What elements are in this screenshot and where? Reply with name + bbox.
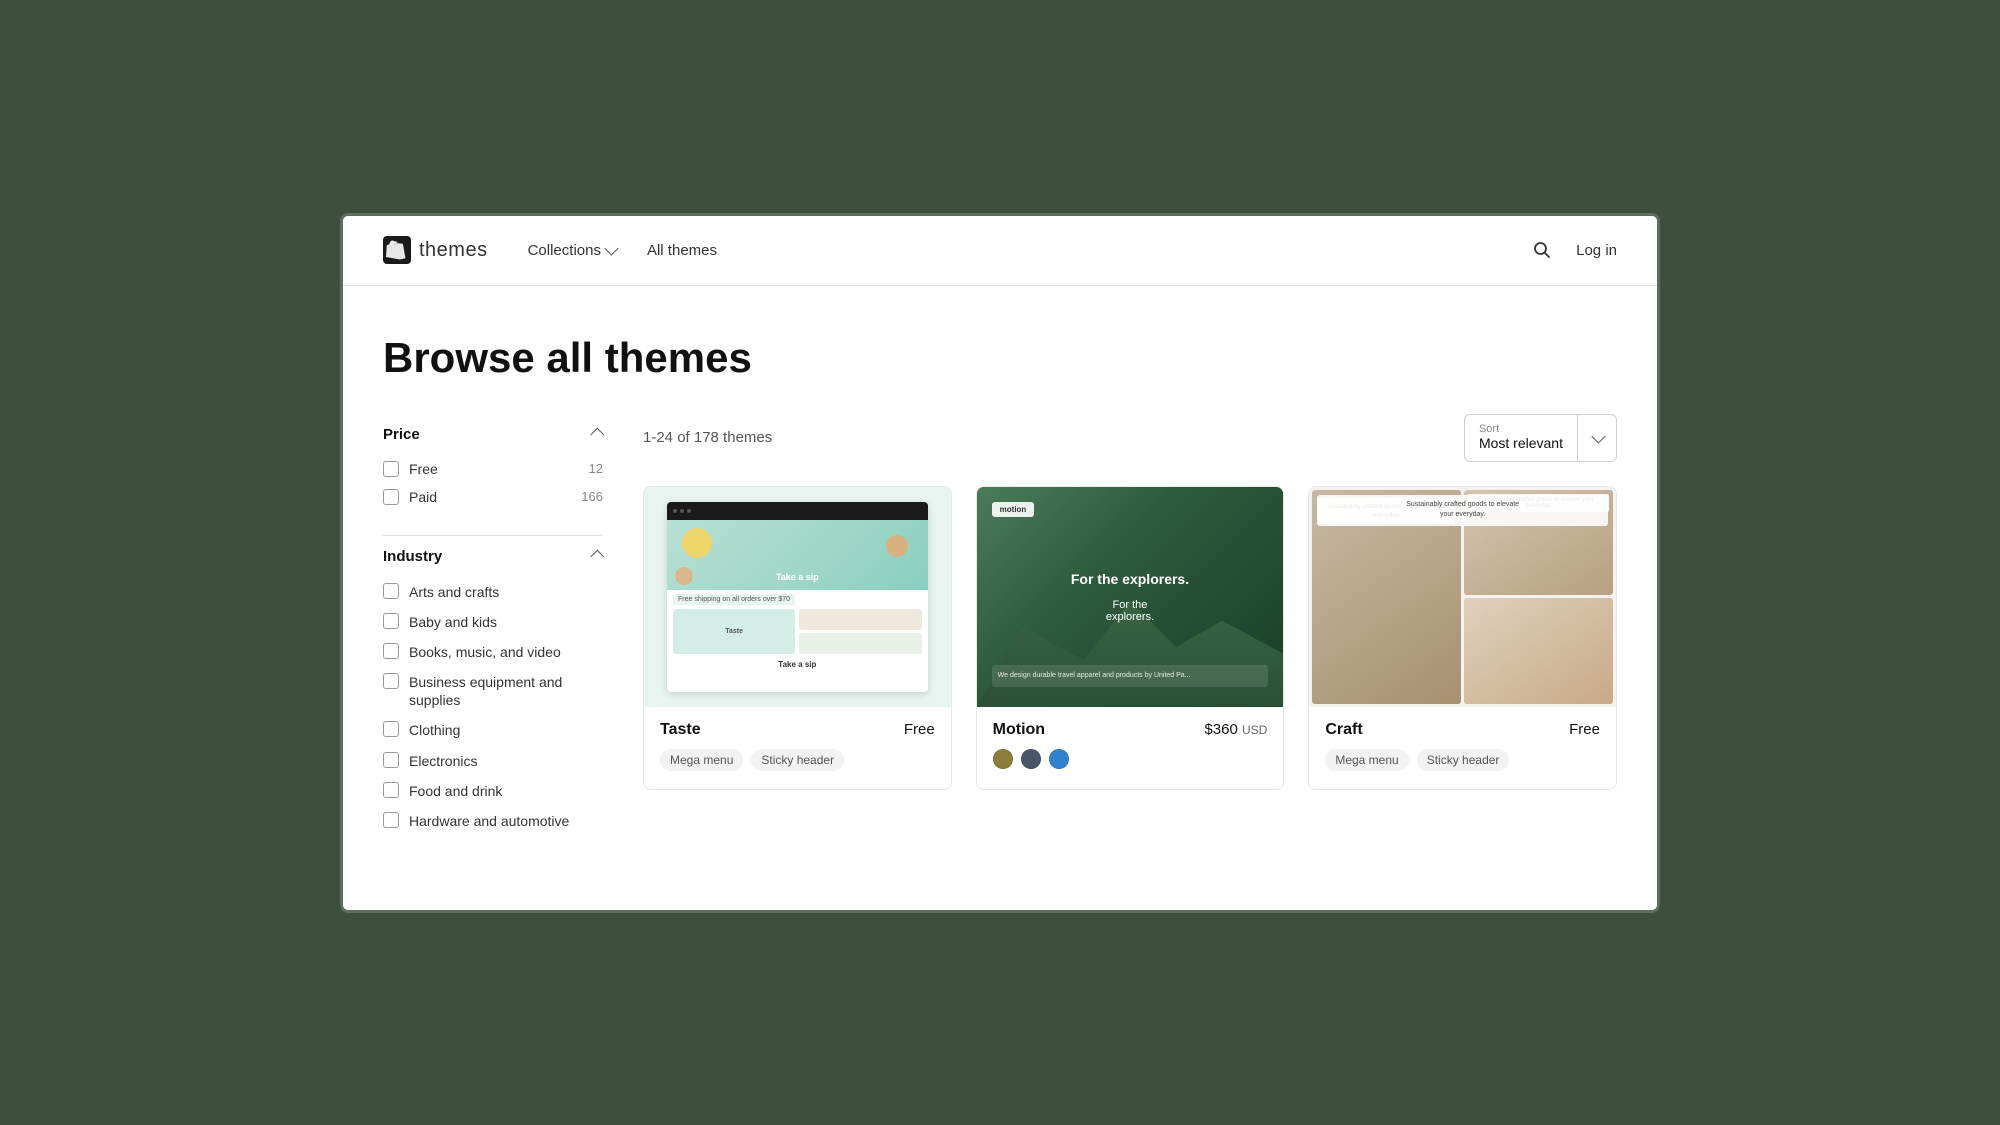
industry-option-business: Business equipment and supplies (383, 667, 603, 715)
theme-card-craft[interactable]: Sustainably crafted goods to elevate you… (1308, 486, 1617, 790)
checkbox-business[interactable] (383, 673, 399, 689)
theme-preview-motion: motion For the explorers. For theexplore… (977, 487, 1284, 707)
tag-mega-menu-craft: Mega menu (1325, 749, 1408, 771)
sort-value: Most relevant (1479, 435, 1563, 451)
filter-count-paid: 166 (581, 489, 603, 504)
theme-card-taste[interactable]: Take a sip Free shipping on all orders o… (643, 486, 952, 790)
sort-dropdown-button[interactable] (1578, 425, 1616, 451)
tag-sticky-header-craft: Sticky header (1417, 749, 1510, 771)
theme-price-craft: Free (1569, 721, 1600, 738)
shopify-logo-icon (383, 236, 411, 264)
checkbox-electronics[interactable] (383, 752, 399, 768)
logo-area: themes (383, 236, 488, 264)
main-nav: Collections All themes (528, 242, 1529, 259)
price-filter-header[interactable]: Price (383, 414, 603, 455)
theme-info-craft: Craft Free Mega menu Sticky header (1309, 707, 1616, 781)
filter-option-free: Free 12 (383, 455, 603, 483)
price-filter-section: Price Free 12 Paid 166 (383, 414, 603, 511)
theme-preview-taste: Take a sip Free shipping on all orders o… (644, 487, 951, 707)
checkbox-books[interactable] (383, 643, 399, 659)
checkbox-food-drink[interactable] (383, 782, 399, 798)
industry-option-hardware: Hardware and automotive (383, 806, 603, 836)
theme-tags-taste: Mega menu Sticky header (660, 749, 935, 771)
themes-grid: Take a sip Free shipping on all orders o… (643, 486, 1617, 790)
main-content: Price Free 12 Paid 166 (343, 414, 1657, 877)
hero-section: Browse all themes (343, 286, 1657, 414)
themes-toolbar: 1-24 of 178 themes Sort Most relevant (643, 414, 1617, 462)
industry-option-clothing: Clothing (383, 715, 603, 745)
filter-count-free: 12 (589, 461, 603, 476)
industry-option-baby: Baby and kids (383, 607, 603, 637)
motion-hero-subtitle: For theexplorers. (1071, 599, 1189, 623)
themes-count: 1-24 of 178 themes (643, 429, 772, 446)
checkbox-arts-crafts[interactable] (383, 583, 399, 599)
window-frame: themes Collections All themes Log in Bro… (340, 213, 1660, 913)
industry-option-electronics: Electronics (383, 746, 603, 776)
chevron-down-icon (604, 242, 618, 256)
industry-option-books: Books, music, and video (383, 637, 603, 667)
header: themes Collections All themes Log in (343, 216, 1657, 286)
themes-area: 1-24 of 178 themes Sort Most relevant (643, 414, 1617, 837)
industry-filter-title: Industry (383, 548, 442, 565)
label-food-drink[interactable]: Food and drink (409, 782, 502, 800)
sort-chevron-icon (1591, 429, 1605, 443)
theme-card-motion[interactable]: motion For the explorers. For theexplore… (976, 486, 1285, 790)
checkbox-paid[interactable] (383, 489, 399, 505)
header-right: Log in (1528, 236, 1617, 264)
theme-price-motion: $360 USD (1204, 721, 1267, 738)
search-button[interactable] (1528, 236, 1556, 264)
label-baby-kids[interactable]: Baby and kids (409, 613, 497, 631)
swatch-navy[interactable] (1021, 749, 1041, 769)
label-clothing[interactable]: Clothing (409, 721, 460, 739)
sort-control: Sort Most relevant (1464, 414, 1617, 462)
industry-filter-section: Industry Arts and crafts Baby and kids B… (383, 535, 603, 837)
motion-swatches (993, 749, 1268, 769)
theme-info-taste: Taste Free Mega menu Sticky header (644, 707, 951, 781)
theme-name-motion: Motion (993, 721, 1045, 739)
theme-preview-craft: Sustainably crafted goods to elevate you… (1309, 487, 1616, 707)
label-hardware[interactable]: Hardware and automotive (409, 812, 569, 830)
theme-tags-craft: Mega menu Sticky header (1325, 749, 1600, 771)
label-arts-crafts[interactable]: Arts and crafts (409, 583, 499, 601)
label-electronics[interactable]: Electronics (409, 752, 477, 770)
swatch-olive[interactable] (993, 749, 1013, 769)
theme-name-craft: Craft (1325, 721, 1362, 739)
industry-option-arts: Arts and crafts (383, 577, 603, 607)
checkbox-clothing[interactable] (383, 721, 399, 737)
tag-sticky-header: Sticky header (751, 749, 844, 771)
chevron-up-icon-industry (590, 550, 604, 564)
label-business[interactable]: Business equipment and supplies (409, 673, 603, 709)
tag-mega-menu: Mega menu (660, 749, 743, 771)
theme-info-motion: Motion $360 USD (977, 707, 1284, 789)
theme-price-taste: Free (904, 721, 935, 738)
login-button[interactable]: Log in (1576, 242, 1617, 259)
motion-badge: motion (992, 502, 1035, 517)
theme-name-taste: Taste (660, 721, 701, 739)
nav-all-themes[interactable]: All themes (647, 242, 717, 259)
checkbox-baby-kids[interactable] (383, 613, 399, 629)
filter-label-paid[interactable]: Paid (409, 489, 437, 505)
industry-option-food: Food and drink (383, 776, 603, 806)
nav-collections[interactable]: Collections (528, 242, 615, 259)
swatch-blue[interactable] (1049, 749, 1069, 769)
price-filter-title: Price (383, 426, 420, 443)
label-books[interactable]: Books, music, and video (409, 643, 561, 661)
filter-label-free[interactable]: Free (409, 461, 438, 477)
checkbox-hardware[interactable] (383, 812, 399, 828)
page-title: Browse all themes (383, 334, 1617, 382)
sort-label: Sort (1479, 423, 1563, 435)
logo-text: themes (419, 239, 488, 262)
industry-filter-header[interactable]: Industry (383, 535, 603, 577)
motion-hero-title: For the explorers. (1071, 571, 1189, 587)
checkbox-free[interactable] (383, 461, 399, 477)
filter-option-paid: Paid 166 (383, 483, 603, 511)
sidebar: Price Free 12 Paid 166 (383, 414, 603, 837)
search-icon (1532, 240, 1552, 260)
chevron-up-icon (590, 428, 604, 442)
